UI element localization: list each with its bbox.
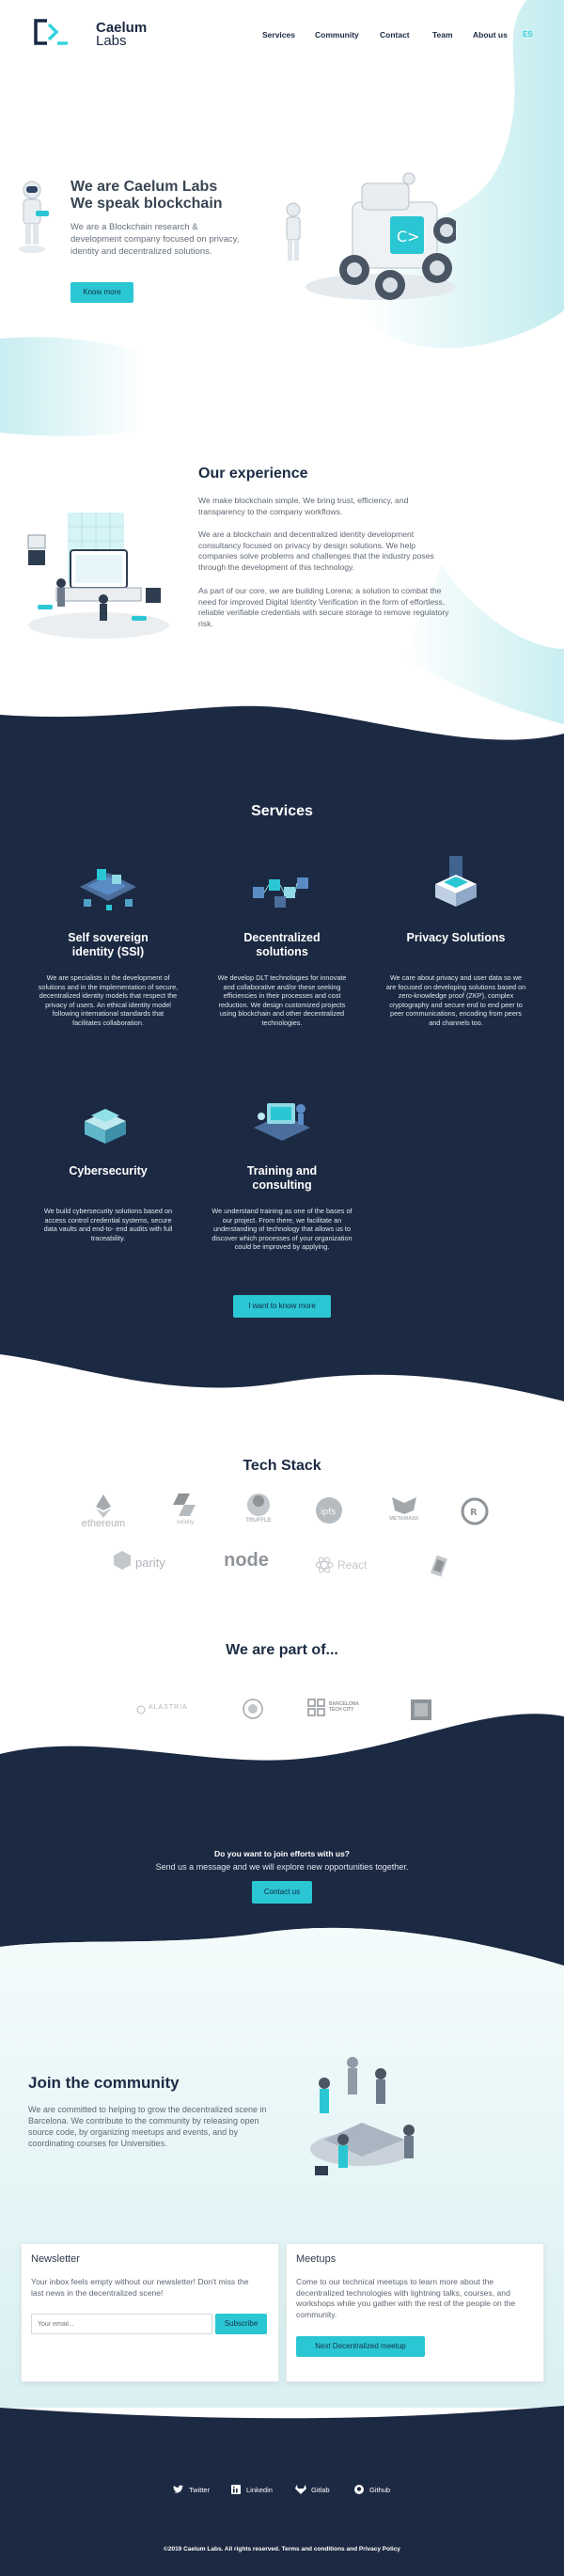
nav-community[interactable]: Community: [315, 30, 359, 40]
nav-team[interactable]: Team: [432, 30, 453, 40]
polkadot-icon: [430, 1555, 448, 1577]
nav-contact[interactable]: Contact: [380, 30, 410, 40]
tech-metamask: METAMASK: [381, 1495, 428, 1522]
experience-paragraph-2: We are a blockchain and decentralized id…: [198, 529, 434, 572]
parity-icon: [114, 1551, 131, 1570]
meetups-text: Come to our technical meetups to learn m…: [296, 2277, 516, 2319]
part-of-title: We are part of...: [226, 1642, 338, 1658]
service-ssi-description: We are specialists in the development of…: [38, 973, 179, 1027]
twitter-label: Twitter: [189, 2486, 211, 2494]
svg-text:C>: C>: [397, 228, 420, 245]
cta-subtitle: Send us a message and we will explore ne…: [155, 1862, 409, 1872]
rust-icon: R: [461, 1497, 489, 1525]
hero-description: We are a Blockchain research & developme…: [70, 222, 240, 257]
ssi-illustration: [80, 869, 136, 910]
partner-seal-icon: [243, 1699, 263, 1719]
barcelona-tech-city-icon: [307, 1699, 325, 1716]
decentralized-illustration: [253, 877, 308, 908]
community-description: We are committed to helping to grow the …: [28, 2105, 267, 2148]
react-icon: [315, 1557, 334, 1573]
tech-rust: R: [461, 1497, 489, 1525]
next-meetup-button[interactable]: Next Decentralized meetup: [296, 2336, 425, 2357]
gitlab-label: Gitlab: [311, 2486, 330, 2494]
github-label: Github: [369, 2486, 391, 2494]
training-illustration: [254, 1103, 310, 1141]
service-decentralized-title: Decentralized solutions: [243, 931, 321, 958]
alastria-icon: [136, 1705, 146, 1715]
subscribe-button[interactable]: Subscribe: [215, 2314, 267, 2334]
ethereum-icon: [96, 1494, 111, 1518]
cta-title: Do you want to join efforts with us?: [213, 1849, 351, 1858]
service-cybersecurity-description: We build cybersecurity solutions based o…: [43, 1207, 173, 1242]
svg-text:R: R: [470, 1508, 478, 1518]
linkedin-label: Linkedin: [246, 2486, 273, 2494]
newsletter-title: Newsletter: [31, 2253, 80, 2265]
tech-solidity: solidity: [162, 1492, 209, 1525]
logo[interactable]: [32, 19, 68, 45]
logo-subtitle: Labs: [96, 33, 127, 49]
linkedin-icon: [231, 2485, 241, 2494]
privacy-illustration: [435, 856, 477, 907]
cybersecurity-illustration: [85, 1109, 126, 1144]
experience-illustration: [27, 513, 169, 639]
astronaut-small-illustration: [19, 181, 49, 253]
service-privacy-title: Privacy Solutions: [406, 931, 506, 944]
twitter-icon: [173, 2485, 184, 2493]
svg-text:ipfs: ipfs: [321, 1508, 336, 1517]
rover-illustration: C>: [286, 172, 456, 300]
solidity-icon: [173, 1493, 196, 1516]
partner-cube-icon: [411, 1699, 431, 1720]
newsletter-text: Your inbox feels empty without our newsl…: [31, 2277, 249, 2298]
ipfs-icon: ipfs: [316, 1497, 342, 1524]
tech-ipfs: ipfs: [310, 1495, 348, 1525]
tech-polkadot: [428, 1555, 450, 1577]
newsletter-email-input[interactable]: [31, 2314, 212, 2334]
github-icon: [354, 2485, 364, 2494]
tech-ethereum: ethereum: [70, 1493, 136, 1529]
services-title: Services: [251, 803, 313, 819]
community-illustration: [310, 2057, 415, 2175]
metamask-icon: [392, 1497, 416, 1514]
service-training-description: We understand training as one of the bas…: [212, 1207, 352, 1252]
logo-mark-icon: [34, 19, 68, 45]
nav-about-us[interactable]: About us: [473, 30, 508, 40]
contact-us-button[interactable]: Contact us: [252, 1881, 312, 1904]
truffle-icon: [247, 1493, 270, 1516]
know-more-services-button[interactable]: I want to know more: [233, 1295, 331, 1318]
experience-title: Our experience: [198, 466, 308, 482]
copyright: ©2019 Caelum Labs. All rights reserved. …: [164, 2546, 400, 2552]
tech-truffle: TRUFFLE: [235, 1492, 282, 1524]
experience-paragraph-1: We make blockchain simple. We bring trus…: [198, 496, 409, 516]
community-title: Join the community: [28, 2074, 180, 2092]
gitlab-icon: [295, 2485, 306, 2494]
experience-paragraph-3: As part of our core, we are building Lor…: [198, 586, 449, 628]
tech-stack-title: Tech Stack: [243, 1458, 321, 1474]
hero-title-line1: We are Caelum Labs: [70, 179, 218, 195]
meetups-title: Meetups: [296, 2253, 337, 2265]
background-waves: [0, 0, 564, 2576]
service-training-title: Training and consulting: [246, 1164, 318, 1192]
service-privacy-description: We care about privacy and user data so w…: [385, 973, 526, 1027]
hero-title-line2: We speak blockchain: [70, 196, 223, 212]
service-decentralized-description: We develop DLT technologies for innovate…: [217, 973, 347, 1027]
service-cybersecurity-title: Cybersecurity: [69, 1164, 148, 1177]
nav-services[interactable]: Services: [262, 30, 295, 40]
know-more-button[interactable]: Know more: [70, 282, 133, 303]
service-ssi-title: Self sovereign identity (SSI): [68, 931, 149, 958]
language-switch[interactable]: ES: [523, 30, 533, 39]
tech-node: node: [224, 1550, 269, 1571]
